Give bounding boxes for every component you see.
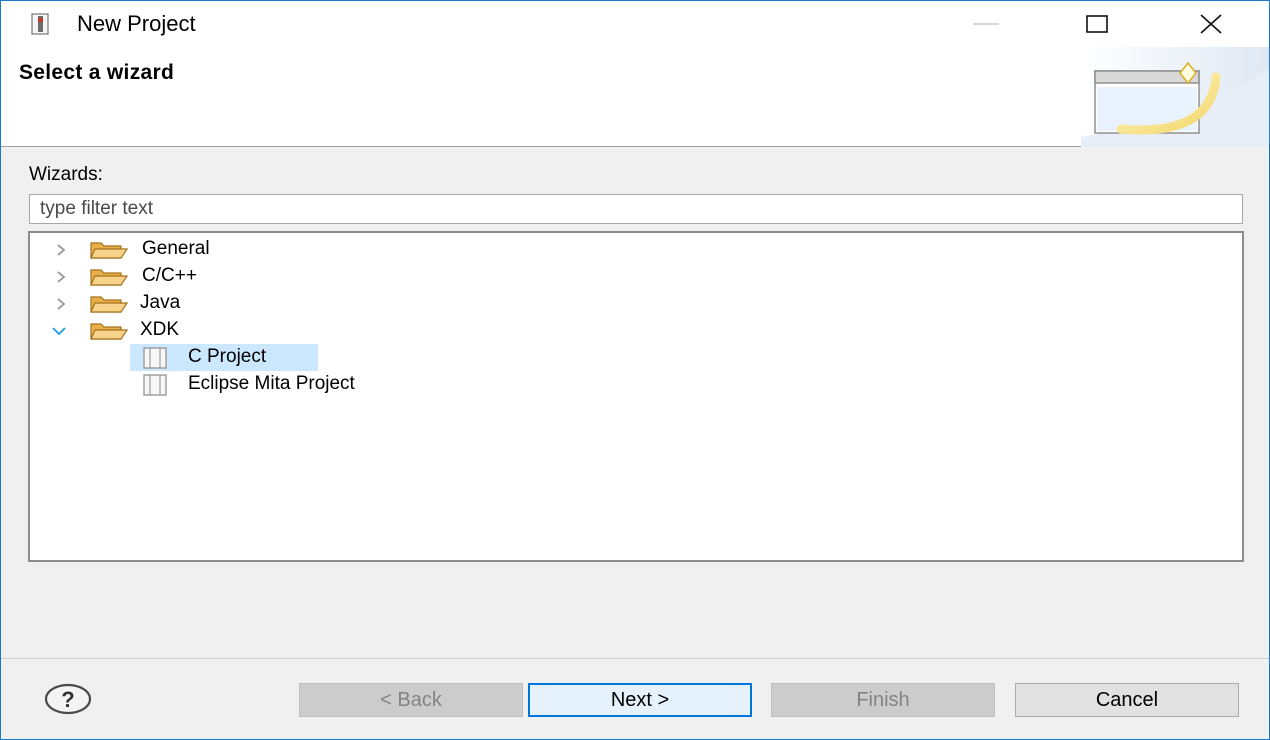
svg-text:?: ? (61, 687, 74, 712)
tree-item-label: General (142, 238, 210, 259)
chevron-right-icon[interactable] (52, 241, 70, 259)
close-button[interactable] (1181, 1, 1241, 47)
tree-item-eclipse-mita-project[interactable]: Eclipse Mita Project (30, 371, 1242, 398)
footer-divider (1, 658, 1269, 659)
project-icon (143, 374, 167, 396)
tree-item-label: XDK (140, 319, 180, 340)
wizard-banner: Select a wizard (1, 47, 1269, 147)
tree-item-general[interactable]: General (30, 236, 1242, 263)
tree-item-label: C/C++ (142, 265, 197, 286)
banner-title: Select a wizard (19, 61, 175, 84)
back-button[interactable]: < Back (299, 683, 523, 717)
wizard-tree[interactable]: General C/C++ Java XDK C Project Eclipse… (28, 231, 1244, 562)
next-button[interactable]: Next > (528, 683, 752, 717)
filter-input[interactable] (29, 194, 1243, 224)
wizards-label: Wizards: (29, 164, 103, 185)
tree-item-label: C Project (188, 346, 267, 367)
tree-item-c-project[interactable]: C Project (30, 344, 1242, 371)
chevron-right-icon[interactable] (52, 268, 70, 286)
tree-item-label: Java (140, 292, 181, 313)
title-bar[interactable]: New Project (1, 1, 1269, 47)
tree-item-label: Eclipse Mita Project (188, 373, 355, 394)
maximize-icon (1086, 15, 1108, 33)
cancel-button[interactable]: Cancel (1015, 683, 1239, 717)
folder-icon (90, 242, 129, 259)
chevron-down-icon[interactable] (50, 322, 68, 340)
tree-item-c-cpp[interactable]: C/C++ (30, 263, 1242, 290)
new-project-dialog: New Project Select a wizard Wizards: typ… (0, 0, 1270, 740)
new-wizard-banner-icon (1081, 47, 1269, 147)
folder-icon (90, 296, 129, 313)
tree-item-java[interactable]: Java (30, 290, 1242, 317)
chevron-right-icon[interactable] (52, 295, 70, 313)
folder-icon (90, 323, 129, 340)
project-icon (143, 347, 167, 369)
finish-button[interactable]: Finish (771, 683, 995, 717)
close-icon (1200, 14, 1222, 34)
tree-item-xdk[interactable]: XDK (30, 317, 1242, 344)
help-icon[interactable]: ? (43, 683, 93, 715)
maximize-button[interactable] (1067, 1, 1127, 47)
minimize-icon (973, 23, 999, 25)
folder-icon (90, 269, 129, 286)
minimize-button[interactable] (956, 1, 1016, 47)
window-title: New Project (77, 11, 196, 36)
eclipse-app-icon (31, 13, 49, 35)
